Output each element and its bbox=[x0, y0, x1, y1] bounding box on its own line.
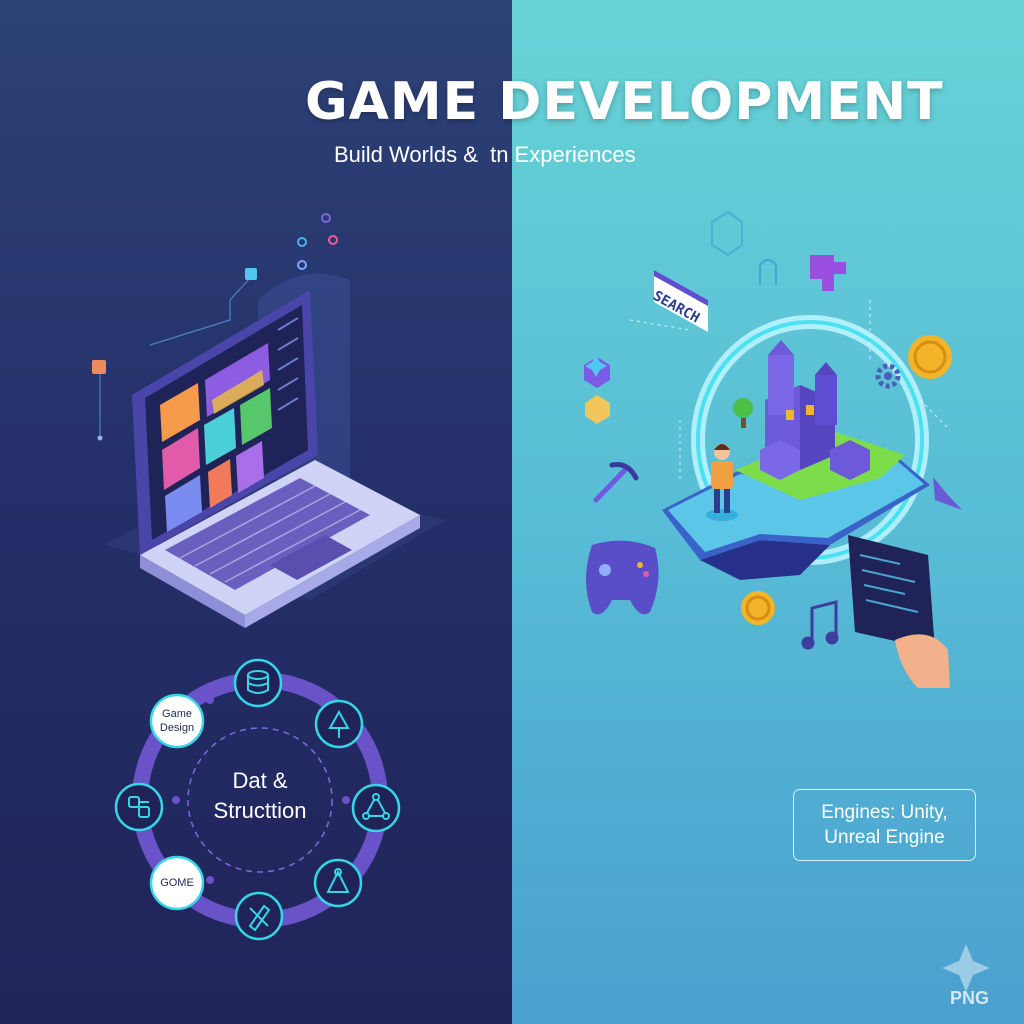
heart-icon bbox=[810, 255, 846, 291]
game-design-line2: Design bbox=[159, 722, 195, 734]
tools-node bbox=[114, 782, 164, 832]
ghost-icon bbox=[711, 210, 777, 285]
page-subtitle: Build Worlds & tn Experiences bbox=[334, 142, 636, 167]
game-design-label: Game Design bbox=[151, 707, 203, 735]
game-design-line1: Game bbox=[162, 708, 192, 720]
network-node bbox=[351, 783, 401, 833]
game-world-scene bbox=[629, 300, 951, 580]
watermark-sparkle-icon bbox=[942, 944, 990, 992]
engines-line1: Engines: Unity, bbox=[821, 802, 948, 823]
page-title: GAME DEVELOPMENT bbox=[305, 72, 944, 132]
laptop-illustration bbox=[92, 213, 445, 628]
design-tools-node bbox=[234, 891, 284, 941]
watermark-text: PNG bbox=[950, 988, 990, 1008]
pickaxe-icon bbox=[593, 462, 639, 503]
cycle-center-line1: Dat & bbox=[232, 768, 288, 793]
gamepad-icon bbox=[586, 540, 659, 615]
database-node bbox=[233, 658, 283, 708]
path-node bbox=[313, 858, 363, 908]
engines-info-box: Engines: Unity, Unreal Engine bbox=[793, 789, 976, 861]
engines-line2: Unreal Engine bbox=[824, 827, 945, 848]
code-tablet bbox=[848, 535, 950, 688]
tree-node bbox=[314, 699, 364, 749]
cycle-center-label: Dat & Structtion bbox=[190, 766, 330, 826]
gome-label: GOME bbox=[160, 877, 194, 889]
music-note-icon bbox=[801, 600, 839, 650]
cycle-center-line2: Structtion bbox=[213, 798, 307, 823]
illustration-canvas: GAME DEVELOPMENT Build Worlds & tn Exper… bbox=[0, 0, 1024, 1024]
